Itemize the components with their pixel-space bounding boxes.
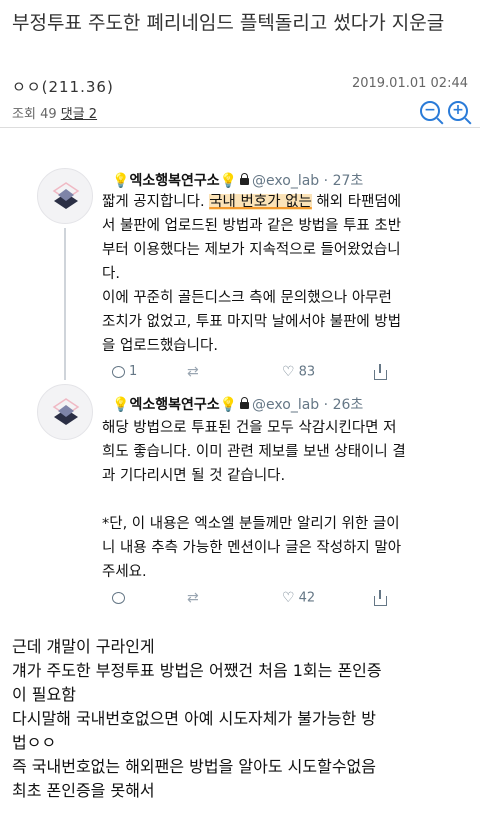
tweet-handle[interactable]: @exo_lab [252, 397, 319, 413]
tweet-handle[interactable]: @exo_lab [252, 173, 319, 189]
post-stats: 조회 49 댓글 2 [12, 103, 97, 122]
tweet-header: 💡엑소행복연구소💡 @exo_lab · 27초 [112, 172, 364, 189]
post-body-line: 법ㅇㅇ [12, 733, 57, 752]
post-body-line: 다시말해 국내번호없으면 아예 시도자체가 불가능한 방 [12, 709, 376, 728]
comments-link[interactable]: 댓글 2 [61, 107, 97, 122]
tweet-actions: 1 ⇄ ♡ 83 [112, 363, 452, 382]
reply-button[interactable] [112, 590, 129, 605]
zoom-out-handle [436, 117, 444, 125]
share-icon [374, 363, 387, 380]
avatar-logo-icon [52, 182, 80, 209]
like-button[interactable]: ♡ 83 [282, 364, 315, 380]
post-date: 2019.01.01 02:44 [351, 76, 468, 91]
zoom-in-button[interactable]: + [448, 101, 472, 125]
minus-sign: − [424, 102, 436, 118]
post-body-line: 최초 폰인증을 못해서 [12, 781, 155, 800]
plus-sign: + [452, 102, 464, 118]
lock-icon [240, 396, 250, 409]
like-count: 83 [298, 364, 316, 380]
post-body-line: 즉 국내번호없는 해외팬은 방법을 알아도 시도할수없음 [12, 757, 376, 776]
retweet-icon: ⇄ [187, 364, 199, 380]
tweet-text-start: 짧게 공지합니다. [102, 194, 210, 210]
post-body: 근데 걔말이 구라인게 걔가 주도한 부정투표 방법은 어쨌건 처음 1회는 폰… [12, 635, 472, 803]
tweet-actions: ⇄ ♡ 42 [112, 589, 452, 608]
views-label: 조회 [12, 107, 36, 122]
post-body-line: 이 필요함 [12, 685, 76, 704]
header-divider [0, 127, 480, 128]
tweet-screenshot: 💡엑소행복연구소💡 @exo_lab · 27초 짧게 공지합니다. 국내 번호가… [0, 138, 480, 618]
avatar-logo-icon [52, 398, 80, 425]
tweet-author-name[interactable]: 엑소행복연구소 [129, 397, 219, 413]
reply-count: 1 [129, 364, 138, 379]
reply-icon [112, 591, 125, 604]
post-author: ㅇㅇ(211.36) [12, 76, 114, 97]
tweet-body: 해당 방법으로 투표된 건을 모두 삭감시킨다면 저 희도 좋습니다. 이미 관… [102, 420, 406, 580]
views-count: 49 [40, 107, 57, 122]
lightbulb-icon: 💡 [219, 173, 238, 189]
tweet-text-rest: 해외 타팬덤에 서 불판에 업로드된 방법과 같은 방법을 투표 초반 부터 이… [102, 194, 402, 354]
like-button[interactable]: ♡ 42 [282, 590, 315, 606]
lock-icon [240, 172, 250, 185]
retweet-button[interactable]: ⇄ [187, 590, 199, 606]
author-name[interactable]: ㅇㅇ(211.36) [12, 78, 114, 96]
tweet-header: 💡엑소행복연구소💡 @exo_lab · 26초 [112, 396, 364, 413]
lightbulb-icon: 💡 [112, 397, 130, 413]
avatar [37, 384, 93, 440]
like-count: 42 [298, 590, 316, 606]
tweet-time: 27초 [332, 173, 364, 189]
avatar [37, 168, 93, 224]
heart-icon: ♡ [282, 364, 295, 380]
post-title: 부정투표 주도한 폐리네임드 플텍돌리고 썼다가 지운글 [12, 12, 445, 34]
zoom-in-handle [464, 117, 472, 125]
tweet-body: 짧게 공지합니다. 국내 번호가 없는 해외 타팬덤에 서 불판에 업로드된 방… [102, 190, 474, 358]
tweet-author-name[interactable]: 엑소행복연구소 [129, 173, 219, 189]
post-body-line: 걔가 주도한 부정투표 방법은 어쨌건 처음 1회는 폰인증 [12, 661, 382, 680]
reply-icon [112, 365, 125, 378]
zoom-out-button[interactable]: − [420, 101, 444, 125]
share-button[interactable] [374, 363, 387, 382]
highlighted-text: 국내 번호가 없는 [209, 194, 312, 210]
retweet-button[interactable]: ⇄ [187, 364, 199, 380]
share-icon [374, 589, 387, 606]
thread-line [64, 228, 66, 380]
retweet-icon: ⇄ [187, 590, 199, 606]
heart-icon: ♡ [282, 590, 295, 606]
tweet-time: 26초 [332, 397, 364, 413]
lightbulb-icon: 💡 [112, 173, 130, 189]
post-body-line: 근데 걔말이 구라인게 [12, 637, 155, 656]
lightbulb-icon: 💡 [219, 397, 238, 413]
reply-button[interactable]: 1 [112, 364, 137, 379]
share-button[interactable] [374, 589, 387, 608]
